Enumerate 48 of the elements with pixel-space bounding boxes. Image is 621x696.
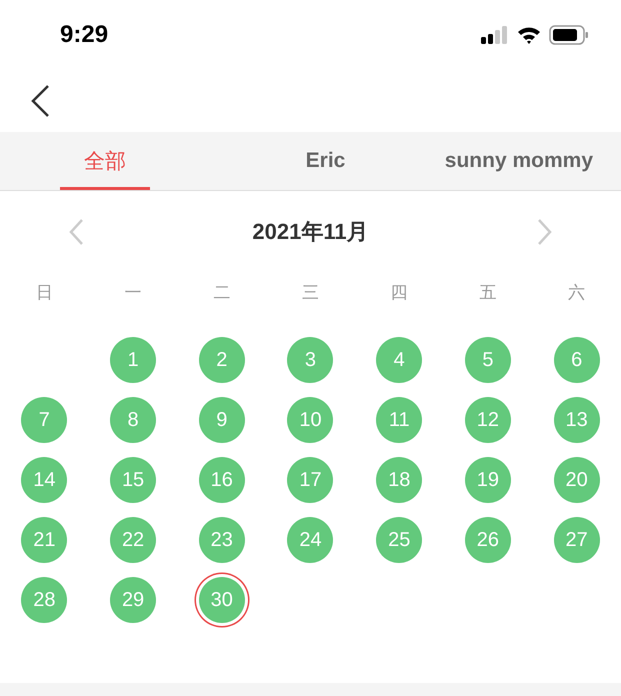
calendar-day[interactable]: 26 <box>464 517 511 563</box>
next-month-icon[interactable] <box>536 218 553 246</box>
calendar-day[interactable]: 27 <box>554 517 600 563</box>
calendar-day[interactable]: 28 <box>21 577 68 623</box>
calendar-day[interactable]: 7 <box>21 397 68 443</box>
calendar-day[interactable]: 8 <box>110 397 156 443</box>
weekday-label: 五 <box>478 282 498 304</box>
weekday-label: 日 <box>34 282 54 304</box>
back-icon[interactable] <box>30 84 50 118</box>
calendar-day[interactable]: 16 <box>198 457 245 503</box>
calendar-day[interactable]: 11 <box>376 397 422 443</box>
tab[interactable]: Eric <box>210 132 441 190</box>
wifi-icon <box>517 26 541 44</box>
calendar-day[interactable]: 2 <box>198 337 245 383</box>
calendar-day[interactable]: 6 <box>554 337 600 383</box>
calendar-day[interactable]: 18 <box>376 457 422 503</box>
weekday-label: 六 <box>567 282 586 304</box>
calendar-day[interactable]: 1 <box>110 337 156 383</box>
calendar-day[interactable]: 14 <box>21 457 68 503</box>
weekday-label: 一 <box>124 282 143 304</box>
tab[interactable]: sunny mommy <box>441 132 621 190</box>
calendar-day[interactable]: 4 <box>376 337 422 383</box>
calendar-day[interactable]: 22 <box>110 517 156 563</box>
calendar-day[interactable]: 12 <box>464 397 511 443</box>
calendar-day[interactable]: 29 <box>110 577 156 623</box>
calendar-day[interactable]: 9 <box>198 397 245 443</box>
calendar-day[interactable]: 17 <box>287 457 334 503</box>
calendar-day[interactable]: 21 <box>21 517 68 563</box>
weekday-label: 四 <box>390 282 409 304</box>
calendar-day[interactable]: 5 <box>464 337 511 383</box>
calendar-day[interactable]: 23 <box>198 517 245 563</box>
status-time: 9:29 <box>60 21 108 49</box>
weekday-label: 三 <box>300 282 320 304</box>
calendar-day[interactable]: 25 <box>376 517 422 563</box>
calendar-day[interactable]: 20 <box>554 457 600 503</box>
tab[interactable]: 全部 <box>0 132 210 190</box>
calendar-day[interactable]: 3 <box>287 337 334 383</box>
weekday-label: 二 <box>212 282 232 304</box>
calendar-day[interactable]: 15 <box>110 457 156 503</box>
previous-month-icon[interactable] <box>68 218 84 246</box>
calendar-day[interactable]: 13 <box>554 397 600 443</box>
calendar-day[interactable]: 30 <box>198 577 245 623</box>
calendar-day[interactable]: 10 <box>287 397 334 443</box>
month-title: 2021年11月 <box>252 218 369 246</box>
battery-icon <box>549 25 589 45</box>
signal-icon <box>481 26 509 44</box>
calendar-day[interactable]: 24 <box>287 517 334 563</box>
calendar-day[interactable]: 19 <box>464 457 511 503</box>
